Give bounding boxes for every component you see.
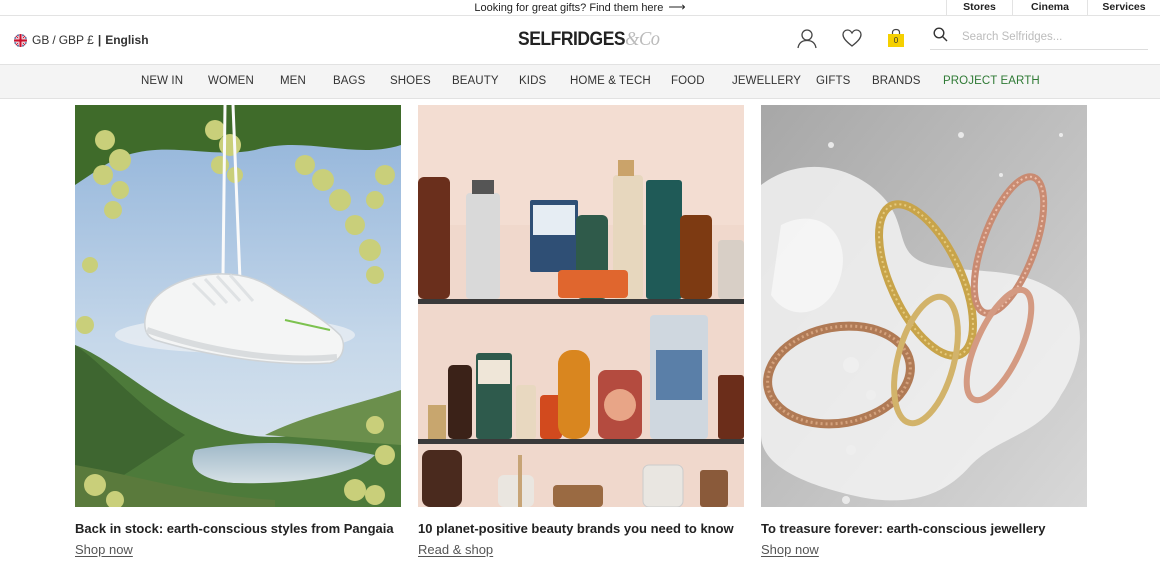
card-image-sneaker[interactable]: [75, 105, 401, 507]
nav-item-kids[interactable]: KIDS: [519, 75, 546, 87]
promo-card-jewellery[interactable]: To treasure forever: earth-conscious jew…: [761, 105, 1087, 559]
arrow-right-icon: ⟶: [668, 0, 686, 14]
account-icon[interactable]: [796, 27, 818, 49]
logo-suffix: &Co: [625, 28, 660, 50]
nav-item-food[interactable]: FOOD: [671, 75, 705, 87]
stores-link[interactable]: Stores: [946, 0, 1012, 16]
language: English: [105, 33, 149, 47]
top-bar: Looking for great gifts? Find them here …: [0, 0, 1160, 16]
uk-flag-icon: [14, 33, 27, 47]
services-link[interactable]: Services: [1087, 0, 1160, 16]
shop-now-link[interactable]: Shop now: [761, 542, 819, 557]
promo-card-beauty[interactable]: 10 planet-positive beauty brands you nee…: [418, 105, 744, 559]
card-image-beauty-products[interactable]: [418, 105, 744, 507]
promo-card-pangaia[interactable]: Back in stock: earth-conscious styles fr…: [75, 105, 401, 559]
search-bar[interactable]: [930, 24, 1148, 50]
nav-item-beauty[interactable]: BEAUTY: [452, 75, 499, 87]
selfridges-logo[interactable]: SELFRIDGES&Co: [518, 28, 660, 51]
utility-links: Stores Cinema Services: [946, 0, 1160, 16]
card-title[interactable]: To treasure forever: earth-conscious jew…: [761, 521, 1087, 536]
card-image-bracelets[interactable]: [761, 105, 1087, 507]
nav-item-brands[interactable]: BRANDS: [872, 75, 921, 87]
nav-item-home-tech[interactable]: HOME & TECH: [570, 75, 651, 87]
currency: GBP £: [58, 33, 94, 47]
wishlist-heart-icon[interactable]: [841, 27, 863, 49]
shop-now-link[interactable]: Shop now: [75, 542, 133, 557]
nav-item-shoes[interactable]: SHOES: [390, 75, 431, 87]
locale-selector[interactable]: GB / GBP £ | English: [14, 33, 149, 47]
main-nav: NEW IN WOMEN MEN BAGS SHOES BEAUTY KIDS …: [0, 64, 1160, 99]
card-title[interactable]: 10 planet-positive beauty brands you nee…: [418, 521, 744, 536]
card-title[interactable]: Back in stock: earth-conscious styles fr…: [75, 521, 401, 536]
country-code: GB: [32, 33, 50, 47]
read-and-shop-link[interactable]: Read & shop: [418, 542, 493, 557]
nav-item-new-in[interactable]: NEW IN: [141, 75, 183, 87]
shopping-bag-icon[interactable]: 0: [885, 27, 907, 49]
locale-separator: |: [97, 33, 102, 47]
nav-item-men[interactable]: MEN: [280, 75, 306, 87]
search-input[interactable]: [962, 30, 1142, 43]
nav-item-jewellery[interactable]: JEWELLERY: [732, 75, 801, 87]
cinema-link[interactable]: Cinema: [1012, 0, 1087, 16]
logo-text: SELFRIDGES: [518, 29, 626, 50]
search-icon[interactable]: [930, 26, 948, 47]
nav-item-project-earth[interactable]: PROJECT EARTH: [943, 75, 1040, 87]
header: GB / GBP £ | English SELFRIDGES&Co 0: [0, 16, 1160, 64]
nav-item-women[interactable]: WOMEN: [208, 75, 254, 87]
promo-text[interactable]: Looking for great gifts? Find them here: [474, 2, 663, 14]
nav-item-bags[interactable]: BAGS: [333, 75, 365, 87]
bag-count: 0: [893, 36, 899, 45]
nav-item-gifts[interactable]: GIFTS: [816, 75, 850, 87]
